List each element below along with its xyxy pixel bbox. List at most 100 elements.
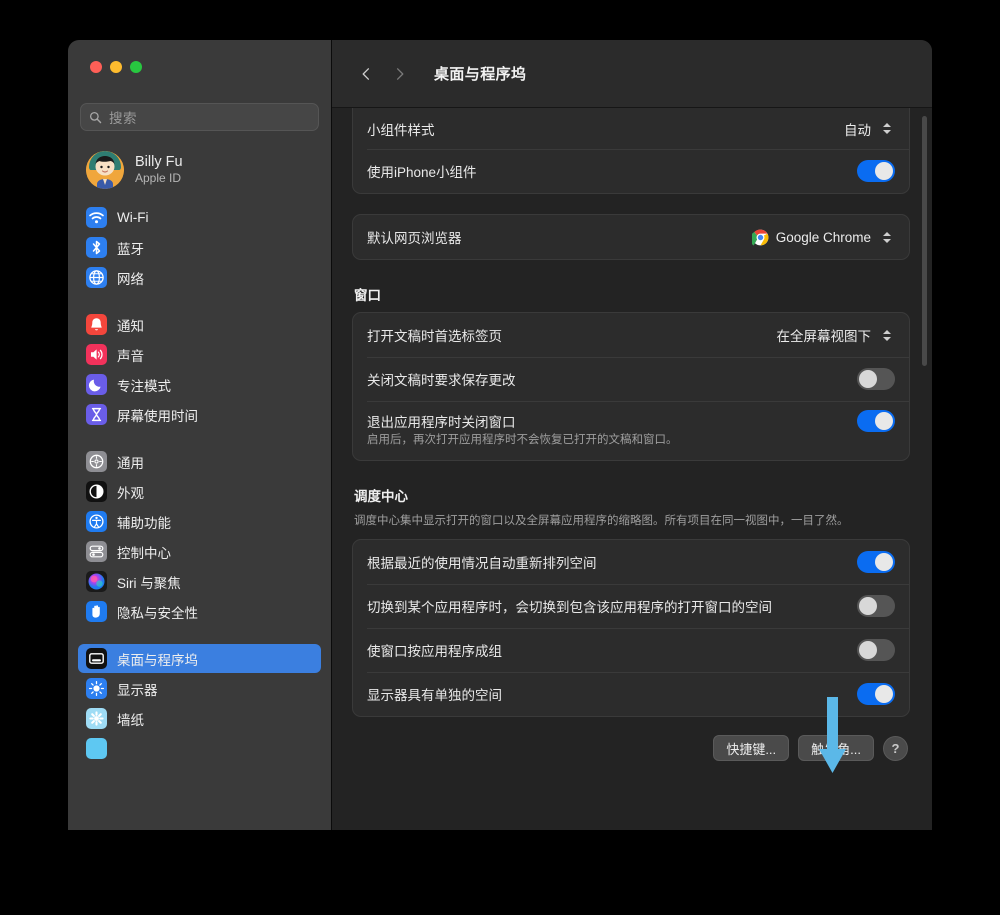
sidebar-item-privacy-security[interactable]: 隐私与安全性 xyxy=(78,597,321,626)
settings-content: 小组件样式 自动 使用iPhone小组件 默认网页浏览器 Google Chro… xyxy=(332,108,932,830)
hot-corners-button[interactable]: 触发角... xyxy=(798,735,874,762)
ask-keep-changes-toggle[interactable] xyxy=(857,368,895,390)
sidebar: 搜索 Billy Fu Apple ID Wi-Fi 蓝牙 网络 通知 声音 专… xyxy=(68,40,331,830)
search-field[interactable]: 搜索 xyxy=(80,103,319,131)
close-windows-on-quit-toggle[interactable] xyxy=(857,410,895,432)
sidebar-item-notifications[interactable]: 通知 xyxy=(78,310,321,339)
window-section-title: 窗口 xyxy=(354,288,381,303)
sidebar-item-label: 桌面与程序坞 xyxy=(117,652,198,668)
row-label: 显示器具有单独的空间 xyxy=(367,688,502,704)
sidebar-item-clipped[interactable] xyxy=(78,734,321,763)
row-label: 退出应用程序时关闭窗口 xyxy=(367,415,516,430)
sidebar-item-label: 隐私与安全性 xyxy=(117,605,198,621)
displays-have-separate-spaces-toggle[interactable] xyxy=(857,683,895,706)
sidebar-item-label: 网络 xyxy=(117,271,144,287)
sidebar-item-accessibility[interactable]: 辅助功能 xyxy=(78,507,321,536)
back-button[interactable] xyxy=(352,60,380,88)
sidebar-item-appearance[interactable]: 外观 xyxy=(78,477,321,506)
auto-rearrange-spaces-toggle[interactable] xyxy=(857,551,895,574)
desktop-dock-icon xyxy=(86,648,107,669)
use-iphone-widgets-toggle[interactable] xyxy=(857,160,895,182)
sidebar-item-label: Wi-Fi xyxy=(117,210,149,225)
sidebar-item-sound[interactable]: 声音 xyxy=(78,340,321,369)
account-subtitle: Apple ID xyxy=(135,171,182,186)
help-button[interactable]: ? xyxy=(883,735,908,761)
table-row[interactable]: 切换到某个应用程序时，会切换到包含该应用程序的打开窗口的空间 xyxy=(353,584,909,628)
group-windows-by-app-toggle[interactable] xyxy=(857,639,895,662)
sidebar-group-desktop: 桌面与程序坞 显示器 墙纸 xyxy=(78,644,321,763)
default-browser-card: 默认网页浏览器 Google Chrome xyxy=(352,214,910,260)
row-label: 关闭文稿时要求保存更改 xyxy=(367,373,516,388)
sidebar-item-label: 屏幕使用时间 xyxy=(117,408,198,424)
sidebar-item-label: 通用 xyxy=(117,455,144,471)
sidebar-item-label: 墙纸 xyxy=(117,712,144,728)
network-globe-icon xyxy=(86,267,107,288)
sidebar-item-focus[interactable]: 专注模式 xyxy=(78,370,321,399)
screen-time-hourglass-icon xyxy=(86,404,107,425)
table-row[interactable]: 使窗口按应用程序成组 xyxy=(353,628,909,672)
sidebar-item-general[interactable]: 通用 xyxy=(78,447,321,476)
popup-value: 自动 xyxy=(844,122,871,138)
sidebar-item-screen-time[interactable]: 屏幕使用时间 xyxy=(78,400,321,429)
chevron-updown-icon xyxy=(878,118,895,139)
window-controls xyxy=(78,40,321,73)
table-row[interactable]: 使用iPhone小组件 xyxy=(353,149,909,193)
sidebar-item-label: 外观 xyxy=(117,485,144,501)
minimize-button[interactable] xyxy=(110,61,122,73)
row-label: 切换到某个应用程序时，会切换到包含该应用程序的打开窗口的空间 xyxy=(367,600,772,616)
widget-style-popup[interactable]: 自动 xyxy=(844,118,895,139)
forward-button[interactable] xyxy=(386,60,414,88)
chevron-left-icon xyxy=(362,67,370,80)
sidebar-item-label: 蓝牙 xyxy=(117,241,144,257)
prefer-tabs-popup[interactable]: 在全屏幕视图下 xyxy=(777,325,896,346)
sidebar-group-alerts: 通知 声音 专注模式 屏幕使用时间 xyxy=(78,310,321,429)
notifications-bell-icon xyxy=(86,314,107,335)
sidebar-item-siri-spotlight[interactable]: Siri 与聚焦 xyxy=(78,567,321,596)
sidebar-item-bluetooth[interactable]: 蓝牙 xyxy=(78,233,321,262)
toolbar: 桌面与程序坞 xyxy=(332,40,932,108)
table-row[interactable]: 小组件样式 自动 xyxy=(353,108,909,149)
table-row[interactable]: 退出应用程序时关闭窗口 启用后，再次打开应用程序时不会恢复已打开的文稿和窗口。 xyxy=(353,401,909,460)
table-row[interactable]: 默认网页浏览器 Google Chrome xyxy=(353,215,909,259)
window-card: 打开文稿时首选标签页 在全屏幕视图下 关闭文稿时要求保存更改 退出应用程序时关闭… xyxy=(352,312,910,461)
page-title: 桌面与程序坞 xyxy=(434,66,527,83)
shortcuts-button[interactable]: 快捷键... xyxy=(713,735,790,762)
default-browser-popup[interactable]: Google Chrome xyxy=(751,227,895,248)
sidebar-item-desktop-dock[interactable]: 桌面与程序坞 xyxy=(78,644,321,673)
table-row[interactable]: 打开文稿时首选标签页 在全屏幕视图下 xyxy=(353,313,909,357)
wallpaper-icon xyxy=(86,708,107,729)
mission-control-section-title: 调度中心 xyxy=(354,488,408,504)
switch-to-space-toggle[interactable] xyxy=(857,595,895,618)
appearance-contrast-icon xyxy=(86,481,107,502)
chrome-icon xyxy=(751,229,769,245)
bluetooth-icon xyxy=(86,237,107,258)
sidebar-item-control-center[interactable]: 控制中心 xyxy=(78,537,321,566)
avatar xyxy=(86,151,124,189)
sidebar-item-wifi[interactable]: Wi-Fi xyxy=(78,203,321,232)
row-label: 使用iPhone小组件 xyxy=(367,165,477,180)
vertical-scrollbar[interactable] xyxy=(922,116,927,366)
sidebar-item-label: 专注模式 xyxy=(117,378,171,394)
clipped-icon xyxy=(86,738,107,759)
chevron-right-icon xyxy=(396,67,404,80)
siri-orb-icon xyxy=(86,571,107,592)
focus-moon-icon xyxy=(86,374,107,395)
zoom-button[interactable] xyxy=(130,61,142,73)
apple-id-item[interactable]: Billy Fu Apple ID xyxy=(80,145,319,195)
sidebar-item-label: Siri 与聚焦 xyxy=(117,575,181,591)
sidebar-item-label: 声音 xyxy=(117,348,144,364)
row-label: 小组件样式 xyxy=(367,122,435,138)
table-row[interactable]: 根据最近的使用情况自动重新排列空间 xyxy=(353,540,909,584)
sidebar-item-displays[interactable]: 显示器 xyxy=(78,674,321,703)
popup-value: 在全屏幕视图下 xyxy=(776,329,872,344)
close-button[interactable] xyxy=(90,61,102,73)
mission-control-description: 调度中心集中显示打开的窗口以及全屏幕应用程序的缩略图。所有项目在同一视图中，一目… xyxy=(354,514,849,527)
chevron-updown-icon xyxy=(878,325,895,346)
table-row[interactable]: 关闭文稿时要求保存更改 xyxy=(353,357,909,401)
sound-speaker-icon xyxy=(86,344,107,365)
sidebar-item-network[interactable]: 网络 xyxy=(78,263,321,292)
sidebar-item-wallpaper[interactable]: 墙纸 xyxy=(78,704,321,733)
row-label: 使窗口按应用程序成组 xyxy=(367,644,502,660)
table-row[interactable]: 显示器具有单独的空间 xyxy=(353,672,909,716)
displays-brightness-icon xyxy=(86,678,107,699)
